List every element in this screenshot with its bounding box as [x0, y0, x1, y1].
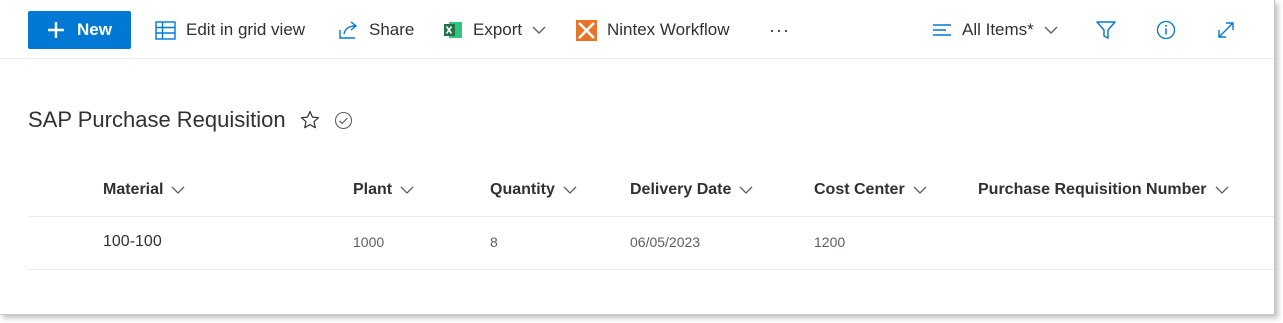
- expand-button[interactable]: [1212, 16, 1240, 44]
- share-label: Share: [369, 20, 415, 39]
- column-header-material[interactable]: Material: [103, 176, 185, 204]
- cell-quantity: 8: [490, 234, 498, 250]
- column-header-quantity[interactable]: Quantity: [490, 176, 577, 204]
- column-header-label: Plant: [353, 181, 393, 198]
- column-header-label: Material: [103, 181, 164, 198]
- edit-grid-view-button[interactable]: Edit in grid view: [155, 11, 305, 49]
- page-title: SAP Purchase Requisition: [28, 107, 286, 132]
- column-header-label: Cost Center: [814, 181, 905, 198]
- cell-cost-center: 1200: [814, 234, 846, 250]
- nintex-icon: [576, 19, 597, 41]
- column-header-purchase-requisition-number[interactable]: Purchase Requisition Number: [978, 176, 1229, 204]
- export-label: Export: [473, 20, 523, 39]
- command-bar: New Edit in grid view Share Export Ninte…: [0, 0, 1274, 59]
- filter-button[interactable]: [1092, 16, 1120, 44]
- share-button[interactable]: Share: [338, 11, 414, 49]
- excel-icon: [443, 20, 463, 40]
- chevron-down-icon: [739, 186, 753, 195]
- new-button[interactable]: New: [28, 11, 131, 49]
- edit-grid-view-label: Edit in grid view: [186, 20, 306, 39]
- export-button[interactable]: Export: [443, 11, 546, 49]
- chevron-down-icon: [913, 186, 927, 195]
- nintex-workflow-label: Nintex Workflow: [607, 20, 730, 39]
- plus-icon: [47, 21, 65, 39]
- chevron-down-icon: [171, 186, 185, 195]
- info-button[interactable]: [1152, 16, 1180, 44]
- cell-material: 100-100: [103, 233, 162, 250]
- sharepoint-list-panel: New Edit in grid view Share Export Ninte…: [0, 0, 1275, 315]
- column-header-label: Delivery Date: [630, 181, 732, 198]
- column-header-delivery-date[interactable]: Delivery Date: [630, 176, 753, 204]
- chevron-down-icon: [400, 186, 414, 195]
- column-header-cost-center[interactable]: Cost Center: [814, 176, 927, 204]
- column-header-label: Quantity: [490, 181, 555, 198]
- nintex-workflow-button[interactable]: Nintex Workflow: [576, 11, 730, 49]
- row-divider: [28, 269, 1274, 270]
- grid-icon: [155, 20, 176, 40]
- chevron-down-icon: [1044, 26, 1058, 35]
- star-icon[interactable]: [300, 110, 320, 130]
- view-selector-label: All Items*: [962, 20, 1034, 39]
- chevron-down-icon: [532, 26, 546, 35]
- column-header-label: Purchase Requisition Number: [978, 181, 1207, 198]
- list-view-icon: [932, 23, 952, 37]
- share-icon: [338, 20, 359, 40]
- info-icon: [1156, 20, 1176, 40]
- chevron-down-icon: [563, 186, 577, 195]
- cell-delivery-date: 06/05/2023: [630, 234, 701, 250]
- column-header-plant[interactable]: Plant: [353, 176, 414, 204]
- chevron-down-icon: [1215, 186, 1229, 195]
- list-title-row: SAP Purchase Requisition: [28, 103, 353, 137]
- header-divider: [28, 216, 1274, 217]
- filter-icon: [1096, 20, 1116, 40]
- new-button-label: New: [77, 20, 112, 39]
- more-options-label: ···: [769, 19, 790, 40]
- view-selector[interactable]: All Items*: [932, 11, 1058, 49]
- expand-icon: [1216, 20, 1236, 40]
- more-options-button[interactable]: ···: [769, 11, 790, 49]
- cell-plant: 1000: [353, 234, 385, 250]
- check-circle-icon[interactable]: [334, 111, 353, 130]
